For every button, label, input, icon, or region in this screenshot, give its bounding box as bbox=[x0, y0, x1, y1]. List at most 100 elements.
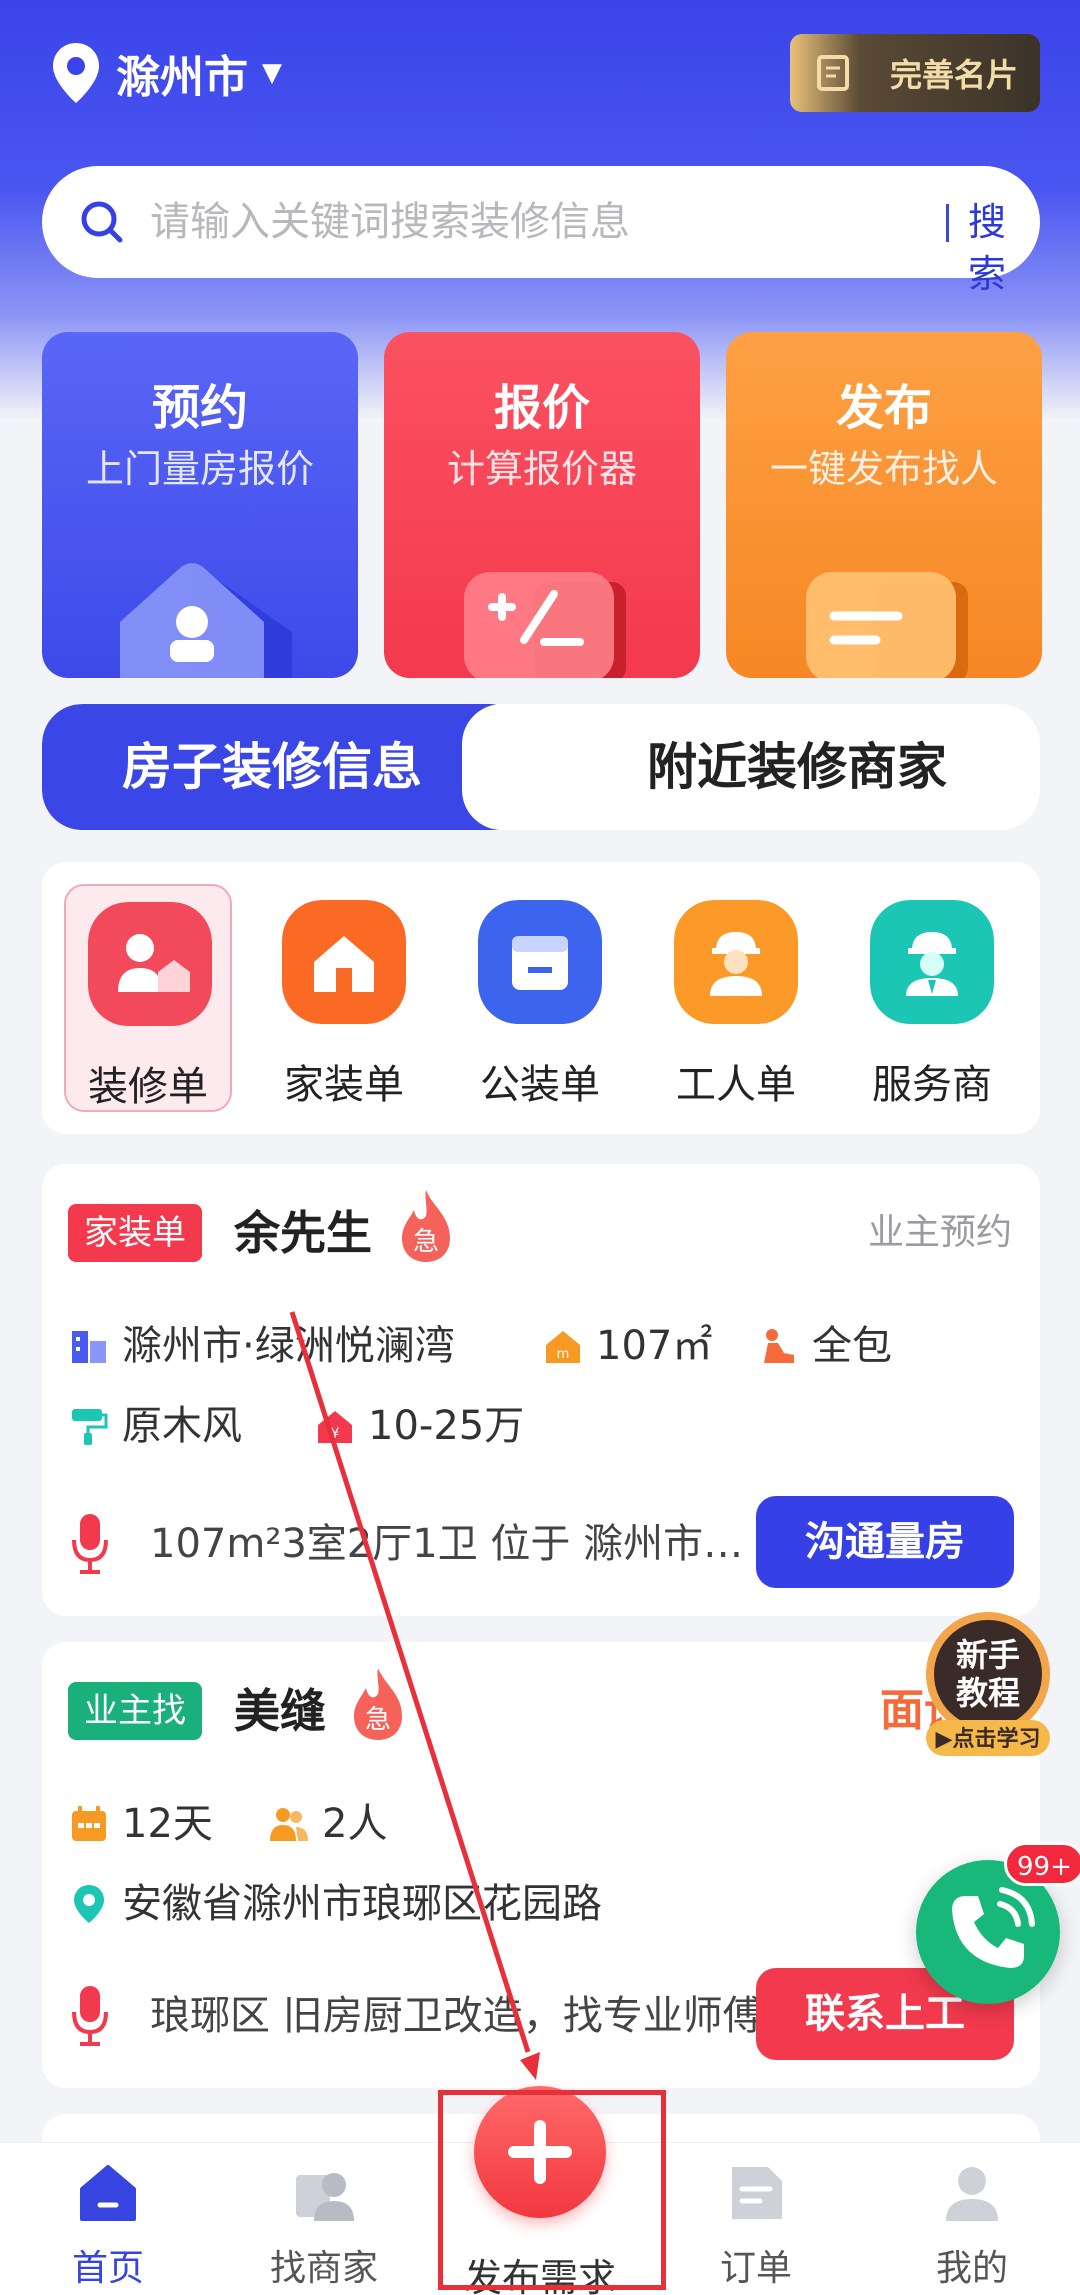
meta-text: 2人 bbox=[322, 1801, 388, 1847]
feature-card-quote[interactable]: 报价 计算报价器 bbox=[384, 332, 700, 678]
category-label: 家装单 bbox=[284, 1062, 404, 1108]
feature-title: 发布 bbox=[835, 380, 932, 436]
calendar-icon bbox=[72, 1806, 106, 1841]
microphone-icon bbox=[72, 1514, 108, 1574]
find-merchant-icon bbox=[296, 2173, 354, 2221]
category-service-provider[interactable]: 服务商 bbox=[848, 884, 1016, 1112]
meta-text: 原木风 bbox=[122, 1403, 242, 1449]
category-label: 工人单 bbox=[676, 1062, 796, 1108]
top-bar: 滁州市 ▼ 完善名片 bbox=[0, 0, 1080, 150]
nav-home[interactable]: 首页 bbox=[0, 2143, 216, 2295]
location-selector[interactable]: 滁州市 ▼ bbox=[50, 38, 282, 108]
feature-card-appointment[interactable]: 预约 上门量房报价 bbox=[42, 332, 358, 678]
meta-people: 2人 bbox=[268, 1796, 387, 1852]
category-label: 装修单 bbox=[88, 1064, 208, 1110]
meta-text: 滁州市·绿洲悦澜湾 bbox=[122, 1323, 455, 1369]
svg-text:¥: ¥ bbox=[331, 1426, 340, 1442]
nav-label: 订单 bbox=[719, 2248, 792, 2289]
meta-style: 原木风 bbox=[68, 1398, 242, 1454]
microphone-icon bbox=[72, 1986, 108, 2046]
meta-address: 滁州市·绿洲悦澜湾 bbox=[68, 1318, 455, 1374]
search-icon bbox=[81, 201, 123, 243]
tutorial-cta: ▶点击学习 bbox=[936, 1726, 1041, 1752]
document-icon bbox=[806, 572, 968, 678]
search-divider bbox=[946, 204, 949, 242]
nav-label: 我的 bbox=[935, 2248, 1008, 2289]
listing-description: 琅琊区 旧房厨卫改造，找专业师傅 bbox=[150, 1993, 763, 2039]
tutorial-line2: 教程 bbox=[956, 1674, 1020, 1712]
urgent-flame-icon: 急 bbox=[354, 1668, 402, 1740]
order-type-tag: 家装单 bbox=[68, 1204, 202, 1262]
meta-duration: 12天 bbox=[68, 1796, 213, 1852]
category-grid: 装修单 家装单 公装单 工人单 服务商 bbox=[42, 862, 1040, 1134]
meta-text: 10-25万 bbox=[368, 1403, 525, 1449]
budget-icon: ¥ bbox=[318, 1411, 352, 1443]
meta-text: 107㎡ bbox=[596, 1323, 713, 1369]
urgent-label: 急 bbox=[365, 1705, 391, 1735]
nav-orders[interactable]: 订单 bbox=[648, 2143, 864, 2295]
nav-find-merchant[interactable]: 找商家 bbox=[216, 2143, 432, 2295]
engineer-icon bbox=[870, 900, 994, 1024]
feature-title: 报价 bbox=[493, 380, 590, 436]
category-commercial-order[interactable]: 公装单 bbox=[456, 884, 624, 1112]
tab-house-info-label[interactable]: 房子装修信息 bbox=[42, 704, 542, 830]
meta-location: 安徽省滁州市琅琊区花园路 bbox=[68, 1876, 602, 1932]
category-label: 公装单 bbox=[480, 1062, 600, 1108]
main-tabs: 房子装修信息 附近装修商家 bbox=[42, 704, 1040, 830]
complete-profile-button[interactable]: 完善名片 bbox=[790, 34, 1040, 112]
customer-name: 余先生 bbox=[234, 1206, 372, 1260]
notification-badge: 99+ bbox=[1004, 1842, 1080, 1886]
chevron-down-icon: ▼ bbox=[262, 58, 282, 88]
customer-name: 美缝 bbox=[234, 1684, 326, 1738]
people-icon bbox=[270, 1808, 308, 1841]
decorator-house-icon bbox=[88, 902, 212, 1026]
meta-area: m 107㎡ bbox=[542, 1318, 712, 1374]
map-pin-icon bbox=[53, 43, 99, 103]
order-type-tag: 业主找 bbox=[68, 1682, 202, 1740]
contact-measure-button[interactable]: 沟通量房 bbox=[756, 1496, 1014, 1588]
profile-icon bbox=[946, 2167, 998, 2221]
order-icon bbox=[732, 2167, 782, 2219]
calculator-icon bbox=[464, 572, 626, 678]
tab-nearby-merchants[interactable]: 附近装修商家 bbox=[562, 704, 1032, 830]
feature-subtitle: 计算报价器 bbox=[446, 447, 637, 491]
category-decoration-order[interactable]: 装修单 bbox=[64, 884, 232, 1112]
area-house-icon: m bbox=[546, 1331, 580, 1363]
feature-subtitle: 一键发布找人 bbox=[769, 447, 998, 491]
meta-package: 全包 bbox=[758, 1318, 892, 1374]
search-bar[interactable]: 请输入关键词搜索装修信息 搜索 bbox=[42, 166, 1040, 296]
meta-text: 安徽省滁州市琅琊区花园路 bbox=[122, 1881, 602, 1927]
meta-text: 12天 bbox=[122, 1801, 213, 1847]
home-icon bbox=[282, 900, 406, 1024]
feature-title: 预约 bbox=[151, 380, 248, 436]
status-text: 业主预约 bbox=[867, 1212, 1012, 1253]
search-input[interactable]: 请输入关键词搜索装修信息 bbox=[150, 194, 630, 250]
worker-tools-icon bbox=[764, 1329, 794, 1363]
search-button[interactable]: 搜索 bbox=[968, 196, 1040, 300]
tutorial-line1: 新手 bbox=[956, 1636, 1020, 1674]
worker-icon bbox=[674, 900, 798, 1024]
category-home-order[interactable]: 家装单 bbox=[260, 884, 428, 1112]
urgent-label: 急 bbox=[413, 1227, 439, 1257]
beginner-tutorial-button[interactable]: 新手 教程 ▶点击学习 bbox=[920, 1608, 1056, 1758]
location-icon bbox=[74, 1885, 104, 1923]
highlight-box bbox=[438, 2090, 666, 2290]
listing-description: 107m²3室2厅1卫 位于 滁州市绿洲悦澜湾 bbox=[150, 1521, 770, 1567]
feature-subtitle: 上门量房报价 bbox=[85, 447, 314, 491]
tutorial-badge-icon: 新手 教程 ▶点击学习 bbox=[926, 1612, 1050, 1756]
complete-profile-label: 完善名片 bbox=[889, 56, 1018, 94]
urgent-flame-icon: 急 bbox=[402, 1190, 450, 1262]
meta-budget: ¥ 10-25万 bbox=[314, 1398, 524, 1454]
feature-card-publish[interactable]: 发布 一键发布找人 bbox=[726, 332, 1042, 678]
listing-card[interactable]: 业主找 美缝 急 面议元 12天 2人 安徽省滁州市琅琊区花园路 琅琊区 旧房厨… bbox=[42, 1642, 1040, 2088]
nav-label: 找商家 bbox=[269, 2248, 378, 2289]
name-card-icon bbox=[817, 55, 849, 91]
category-worker-order[interactable]: 工人单 bbox=[652, 884, 820, 1112]
house-user-icon bbox=[120, 562, 292, 678]
nav-profile[interactable]: 我的 bbox=[864, 2143, 1080, 2295]
listing-card[interactable]: 家装单 余先生 急 业主预约 滁州市·绿洲悦澜湾 m 107㎡ 全包 原木风 ¥… bbox=[42, 1164, 1040, 1616]
store-icon bbox=[478, 900, 602, 1024]
building-icon bbox=[72, 1331, 106, 1363]
city-name: 滁州市 bbox=[116, 52, 248, 103]
nav-label: 首页 bbox=[71, 2248, 144, 2289]
